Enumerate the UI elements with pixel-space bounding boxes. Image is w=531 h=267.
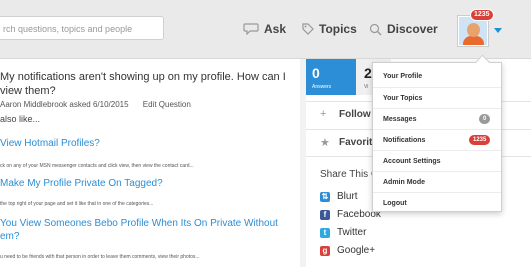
menu-item-admin-mode[interactable]: Admin Mode [373, 171, 501, 193]
nav-discover[interactable]: Discover [369, 22, 438, 36]
notifications-count-badge: 1235 [469, 135, 491, 145]
related-question-link-line2[interactable]: em? [0, 230, 19, 243]
edit-question-link[interactable]: Edit Question [143, 100, 191, 109]
views-label: Vi [364, 84, 369, 90]
magnifier-icon [369, 23, 382, 35]
speech-bubble-icon [243, 23, 259, 35]
nav-ask[interactable]: Ask [243, 22, 286, 36]
share-twitter[interactable]: t Twitter [320, 227, 366, 238]
menu-item-label: Notifications [383, 137, 426, 144]
menu-item-label: Admin Mode [383, 179, 425, 186]
share-heading: Share This Q [320, 169, 379, 180]
googleplus-icon: g [320, 245, 330, 256]
answers-stat[interactable]: 0 Answers [306, 59, 356, 95]
share-twitter-label: Twitter [337, 227, 367, 238]
blurt-icon: ⇅ [320, 191, 330, 202]
answers-label: Answers [312, 84, 332, 90]
menu-item-label: Your Profile [383, 73, 423, 80]
menu-item-your-profile[interactable]: Your Profile [373, 66, 501, 87]
views-count: 2 [364, 65, 372, 81]
share-blurt-label: Blurt [337, 191, 358, 202]
menu-item-label: Account Settings [383, 158, 441, 165]
menu-item-notifications[interactable]: Notifications 1235 [373, 129, 501, 151]
related-question-snippet: u need to be friends with that person in… [0, 254, 200, 260]
related-question-link[interactable]: Make My Profile Private On Tagged? [0, 177, 163, 190]
chevron-down-icon[interactable] [494, 28, 502, 33]
twitter-icon: t [320, 227, 330, 238]
question-title: My notifications aren't showing up on my… [0, 71, 286, 97]
share-googleplus-label: Google+ [337, 245, 376, 256]
related-question-snippet: the top right of your page and set it li… [0, 201, 154, 207]
messages-count-badge: 0 [479, 114, 491, 124]
answers-count: 0 [312, 65, 320, 81]
avatar-shirt [463, 36, 484, 45]
menu-item-logout[interactable]: Logout [373, 192, 501, 214]
related-question-link[interactable]: You View Someones Bebo Profile When Its … [0, 217, 278, 230]
question-author[interactable]: Aaron Middlebrook [0, 100, 67, 109]
related-question-link[interactable]: View Hotmail Profiles? [0, 137, 100, 150]
search-input[interactable]: rch questions, topics and people [0, 16, 164, 40]
menu-item-your-topics[interactable]: Your Topics [373, 87, 501, 109]
nav-topics[interactable]: Topics [302, 22, 357, 36]
also-like-heading: also like... [0, 114, 41, 124]
star-icon: ★ [320, 137, 330, 149]
notification-count-badge: 1235 [470, 9, 494, 21]
nav-discover-label: Discover [387, 22, 438, 36]
top-bar: rch questions, topics and people Ask Top… [0, 0, 531, 59]
avatar-face [467, 23, 480, 37]
profile-dropdown-menu: Your Profile Your Topics Messages 0 Noti… [372, 54, 502, 214]
plus-icon: + [320, 108, 327, 120]
related-question-snippet: ck on any of your MSN messenger contacts… [0, 163, 194, 169]
tag-icon [302, 23, 314, 35]
menu-item-label: Logout [383, 200, 407, 207]
menu-item-label: Messages [383, 116, 417, 123]
nav-ask-label: Ask [264, 22, 287, 36]
share-googleplus[interactable]: g Google+ [320, 245, 375, 256]
share-blurt[interactable]: ⇅ Blurt [320, 191, 358, 202]
menu-item-account-settings[interactable]: Account Settings [373, 150, 501, 172]
question-meta: Aaron Middlebrook asked 6/10/2015 Edit Q… [0, 100, 191, 109]
menu-item-label: Your Topics [383, 95, 423, 102]
facebook-icon: f [320, 209, 330, 220]
main-content: My notifications aren't showing up on my… [0, 59, 300, 267]
nav-topics-label: Topics [319, 22, 357, 36]
question-asked: asked 6/10/2015 [69, 100, 129, 109]
menu-item-messages[interactable]: Messages 0 [373, 108, 501, 130]
